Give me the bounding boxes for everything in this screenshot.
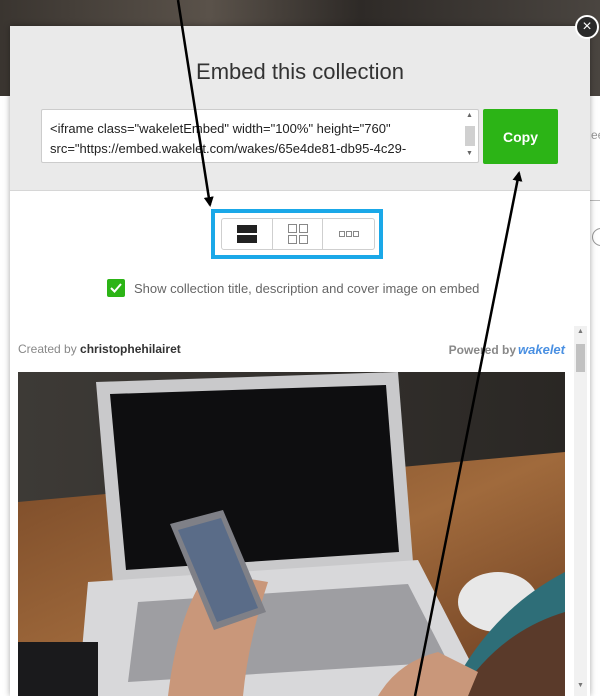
embed-preview: Created by christophehilairet Powered by… [18, 326, 565, 696]
embed-modal: Embed this collection <iframe class="wak… [10, 26, 590, 696]
layout-option-grid[interactable] [273, 219, 324, 249]
modal-header: Embed this collection <iframe class="wak… [10, 26, 590, 191]
layout-option-single[interactable] [222, 219, 273, 249]
show-title-checkbox[interactable] [107, 279, 125, 297]
background-fragment: ee [591, 128, 600, 142]
cover-image [18, 372, 565, 696]
powered-by-prefix: Powered by [448, 343, 517, 357]
scroll-up-icon[interactable]: ▲ [466, 112, 473, 119]
preview-scroll-thumb[interactable] [576, 344, 585, 372]
created-by-prefix: Created by [18, 342, 77, 356]
created-by: Created by christophehilairet [18, 342, 181, 356]
horizontal-layout-icon [338, 231, 359, 237]
scroll-down-icon[interactable]: ▼ [466, 150, 473, 157]
wakelet-logo: wakelet [518, 342, 565, 357]
scroll-down-icon[interactable]: ▼ [577, 682, 584, 689]
cover-photo [18, 372, 565, 696]
show-title-label: Show collection title, description and c… [134, 281, 480, 296]
background-divider [590, 200, 600, 201]
scroll-up-icon[interactable]: ▲ [577, 328, 584, 335]
grid-layout-icon [287, 224, 308, 244]
single-column-layout-icon [236, 225, 257, 243]
checkmark-icon [110, 283, 122, 293]
embed-code-text: <iframe class="wakeletEmbed" width="100%… [50, 121, 407, 156]
powered-by[interactable]: Powered by wakelet [449, 342, 565, 357]
embed-code-scrollbar[interactable]: ▲ ▼ [464, 112, 476, 160]
layout-selector [221, 218, 375, 250]
copy-button[interactable]: Copy [483, 109, 558, 164]
preview-scrollbar[interactable]: ▲ ▼ [574, 326, 587, 696]
embed-code-textarea[interactable]: <iframe class="wakeletEmbed" width="100%… [41, 109, 479, 163]
author-name[interactable]: christophehilairet [80, 342, 181, 356]
layout-option-horizontal[interactable] [323, 219, 374, 249]
modal-title: Embed this collection [196, 59, 404, 84]
close-icon[interactable]: × [575, 15, 599, 39]
scroll-thumb[interactable] [465, 126, 475, 146]
